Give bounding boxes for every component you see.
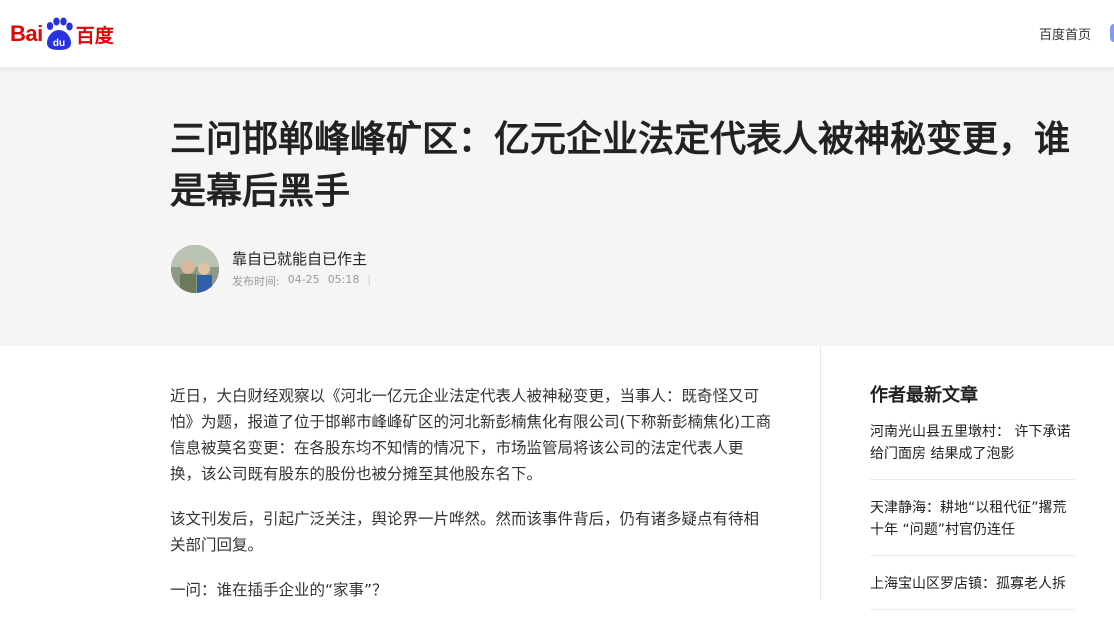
baidu-home-link[interactable]: 百度首页 (1039, 24, 1091, 43)
sidebar-article-link[interactable]: 河南光山县五里墩村： 许下承诺给门面房 结果成了泡影 (870, 421, 1075, 480)
paw-icon: du (44, 17, 74, 51)
article-paragraph: 一问：谁在插手企业的“家事”？ (170, 581, 388, 599)
publish-meta: 发布时间: 04-25 05:18 | (232, 273, 371, 289)
publish-date: 04-25 (287, 273, 320, 286)
user-avatar-edge[interactable] (1110, 24, 1114, 42)
logo-text-bai: Bai (10, 21, 43, 46)
article-paragraph: 近日，大白财经观察以《河北一亿元企业法定代表人被神秘变更，当事人：既奇怪又可怕》… (170, 387, 772, 483)
article-title: 三问邯郸峰峰矿区：亿元企业法定代表人被神秘变更，谁是幕后黑手 (170, 119, 1071, 212)
meta-separator: | (367, 273, 372, 286)
author-name[interactable]: 靠自已就能自已作主 (232, 248, 367, 269)
logo-paw-text: du (53, 38, 65, 49)
sidebar-article-link[interactable]: 天津静海：耕地“以租代征”撂荒十年 “问题”村官仍连任 (870, 497, 1075, 556)
logo-text-cn: 百度 (75, 24, 114, 47)
sidebar-article-link[interactable]: 上海宝山区罗店镇：孤寡老人拆 (870, 573, 1075, 610)
article-header: 三问邯郸峰峰矿区：亿元企业法定代表人被神秘变更，谁是幕后黑手 靠自已就能自已作主… (0, 68, 1114, 346)
baidu-logo[interactable]: Bai du 百度 (10, 14, 114, 54)
article-body: 近日，大白财经观察以《河北一亿元企业法定代表人被神秘变更，当事人：既奇怪又可怕》… (170, 383, 774, 622)
top-navigation-bar: Bai du 百度 百度首页 (0, 0, 1114, 68)
author-avatar[interactable] (171, 245, 219, 293)
author-latest-articles: 作者最新文章 河南光山县五里墩村： 许下承诺给门面房 结果成了泡影 天津静海：耕… (870, 381, 1075, 627)
publish-label: 发布时间: (232, 275, 280, 288)
article-paragraph: 该文刊发后，引起广泛关注，舆论界一片哗然。然而该事件背后，仍有诸多疑点有待相关部… (170, 510, 760, 554)
column-divider (820, 346, 821, 600)
publish-time: 05:18 (327, 273, 360, 286)
sidebar-heading: 作者最新文章 (870, 385, 978, 406)
